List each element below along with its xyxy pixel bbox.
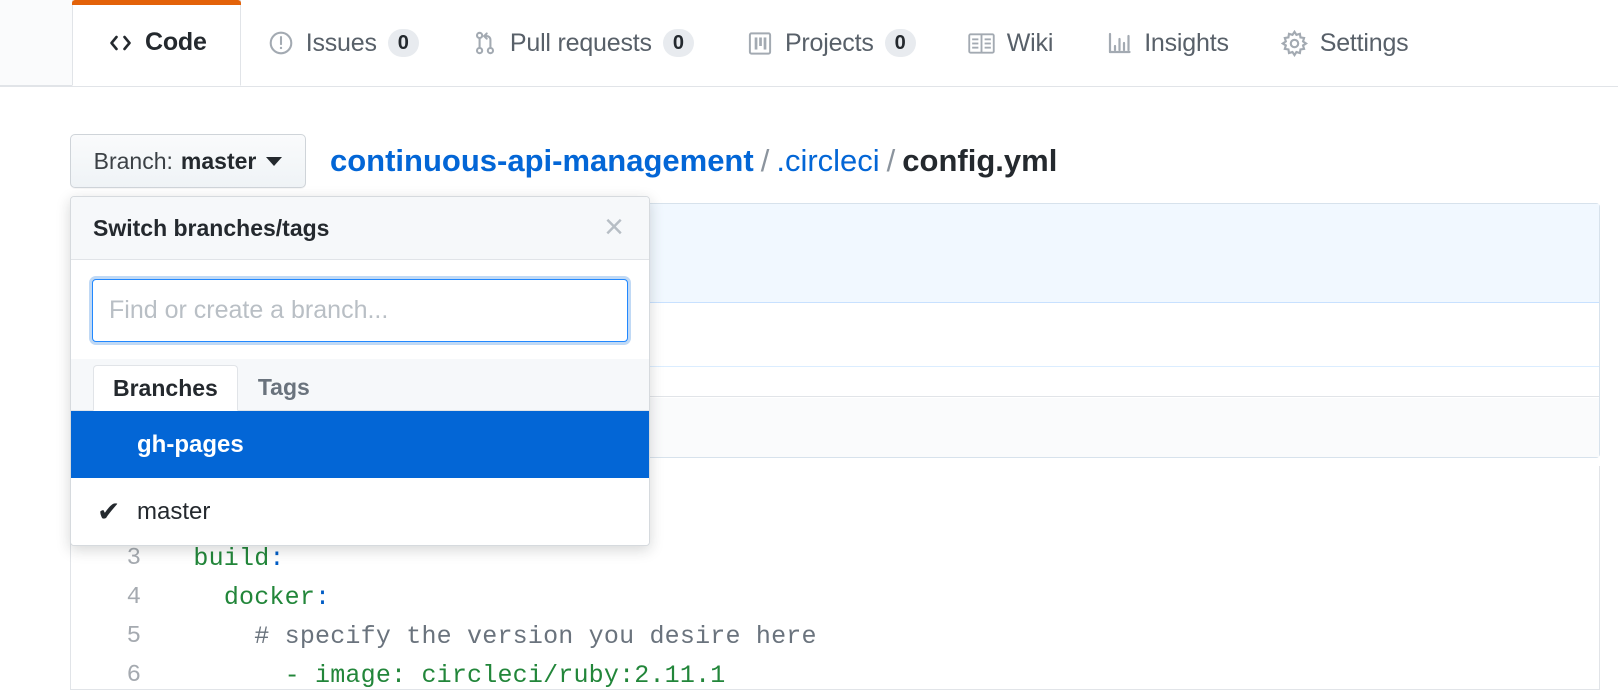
tab-issues-label: Issues bbox=[305, 28, 377, 57]
tab-wiki[interactable]: Wiki bbox=[942, 0, 1079, 86]
check-icon: ✔ bbox=[97, 496, 121, 527]
repo-nav-bar: Code Issues 0 Pull requests 0 Projects 0… bbox=[0, 0, 1618, 87]
tab-issues[interactable]: Issues 0 bbox=[241, 0, 445, 86]
branch-list-item-master[interactable]: ✔ master bbox=[71, 478, 649, 545]
yaml-punct: : bbox=[269, 544, 285, 573]
chevron-down-icon bbox=[266, 156, 283, 166]
code-line-content: docker: bbox=[163, 583, 330, 612]
tab-branches[interactable]: Branches bbox=[93, 365, 238, 411]
branch-list: gh-pages ✔ master bbox=[71, 411, 649, 545]
breadcrumb: continuous-api-management / .circleci / conf… bbox=[330, 138, 1057, 184]
tab-insights-label: Insights bbox=[1144, 28, 1229, 57]
yaml-punct: : bbox=[315, 583, 331, 612]
breadcrumb-repo-link[interactable]: continuous-api-management bbox=[330, 143, 754, 178]
tab-settings-label: Settings bbox=[1319, 28, 1409, 57]
issue-icon bbox=[267, 30, 295, 56]
nav-left-filler bbox=[0, 0, 72, 86]
tab-pull-requests[interactable]: Pull requests 0 bbox=[445, 0, 720, 86]
yaml-value: - image: circleci/ruby:2.11.1 bbox=[284, 661, 726, 690]
code-line: 6 - image: circleci/ruby:2.11.1 bbox=[71, 656, 1599, 690]
code-line-number[interactable]: 4 bbox=[71, 584, 163, 611]
tab-projects[interactable]: Projects 0 bbox=[720, 0, 942, 86]
code-line-number[interactable]: 5 bbox=[71, 623, 163, 650]
pull-request-icon bbox=[471, 30, 499, 56]
gear-icon bbox=[1281, 29, 1309, 57]
tab-settings[interactable]: Settings bbox=[1255, 0, 1435, 86]
branch-select-button[interactable]: Branch: master bbox=[70, 134, 306, 188]
code-line-content: - image: circleci/ruby:2.11.1 bbox=[163, 661, 726, 690]
tab-pull-requests-count: 0 bbox=[662, 29, 694, 57]
tab-wiki-label: Wiki bbox=[1006, 28, 1054, 57]
tab-projects-label: Projects bbox=[784, 28, 874, 57]
branch-button-value: master bbox=[180, 147, 257, 174]
code-line-number[interactable]: 6 bbox=[71, 662, 163, 689]
yaml-key: docker bbox=[223, 583, 316, 612]
code-line-number[interactable]: 3 bbox=[71, 545, 163, 572]
tab-tags[interactable]: Tags bbox=[238, 364, 330, 410]
branch-switcher-header: Switch branches/tags × bbox=[71, 197, 649, 260]
breadcrumb-filename: config.yml bbox=[902, 143, 1058, 178]
code-line: 5 # specify the version you desire here bbox=[71, 617, 1599, 656]
tab-tags-label: Tags bbox=[257, 374, 310, 400]
branch-name: master bbox=[137, 497, 211, 525]
code-line: 4 docker: bbox=[71, 578, 1599, 617]
tab-code[interactable]: Code bbox=[72, 0, 241, 86]
branch-name: gh-pages bbox=[137, 430, 244, 458]
code-line-content: build: bbox=[163, 544, 285, 573]
branch-list-item-gh-pages[interactable]: gh-pages bbox=[71, 411, 649, 478]
breadcrumb-separator: / bbox=[760, 143, 770, 178]
close-icon[interactable]: × bbox=[597, 210, 631, 245]
tab-projects-count: 0 bbox=[884, 29, 916, 57]
branch-switcher-title: Switch branches/tags bbox=[93, 214, 330, 241]
yaml-comment: # specify the version you desire here bbox=[254, 622, 817, 651]
book-icon bbox=[968, 30, 996, 56]
code-line-content: # specify the version you desire here bbox=[163, 622, 817, 651]
breadcrumb-folder-link[interactable]: .circleci bbox=[776, 143, 879, 178]
code-icon bbox=[106, 30, 134, 56]
tab-issues-count: 0 bbox=[387, 29, 419, 57]
repo-nav-tabs: Code Issues 0 Pull requests 0 Projects 0… bbox=[72, 0, 1434, 87]
branch-switcher-tabs: Branches Tags bbox=[71, 359, 649, 411]
tab-code-label: Code bbox=[145, 28, 207, 56]
graph-icon bbox=[1105, 30, 1133, 56]
branch-filter-input[interactable] bbox=[92, 279, 628, 342]
github-file-page: Code Issues 0 Pull requests 0 Projects 0… bbox=[0, 0, 1618, 690]
tab-insights[interactable]: Insights bbox=[1079, 0, 1255, 86]
tab-pull-requests-label: Pull requests bbox=[509, 28, 652, 57]
breadcrumb-separator: / bbox=[886, 143, 896, 178]
tab-branches-label: Branches bbox=[113, 375, 218, 401]
branch-switcher-dropdown: Switch branches/tags × Branches Tags gh-… bbox=[70, 196, 650, 546]
project-icon bbox=[746, 30, 774, 56]
branch-button-prefix: Branch: bbox=[93, 147, 173, 174]
yaml-key: build bbox=[193, 544, 270, 573]
branch-filter-wrapper bbox=[71, 260, 649, 359]
